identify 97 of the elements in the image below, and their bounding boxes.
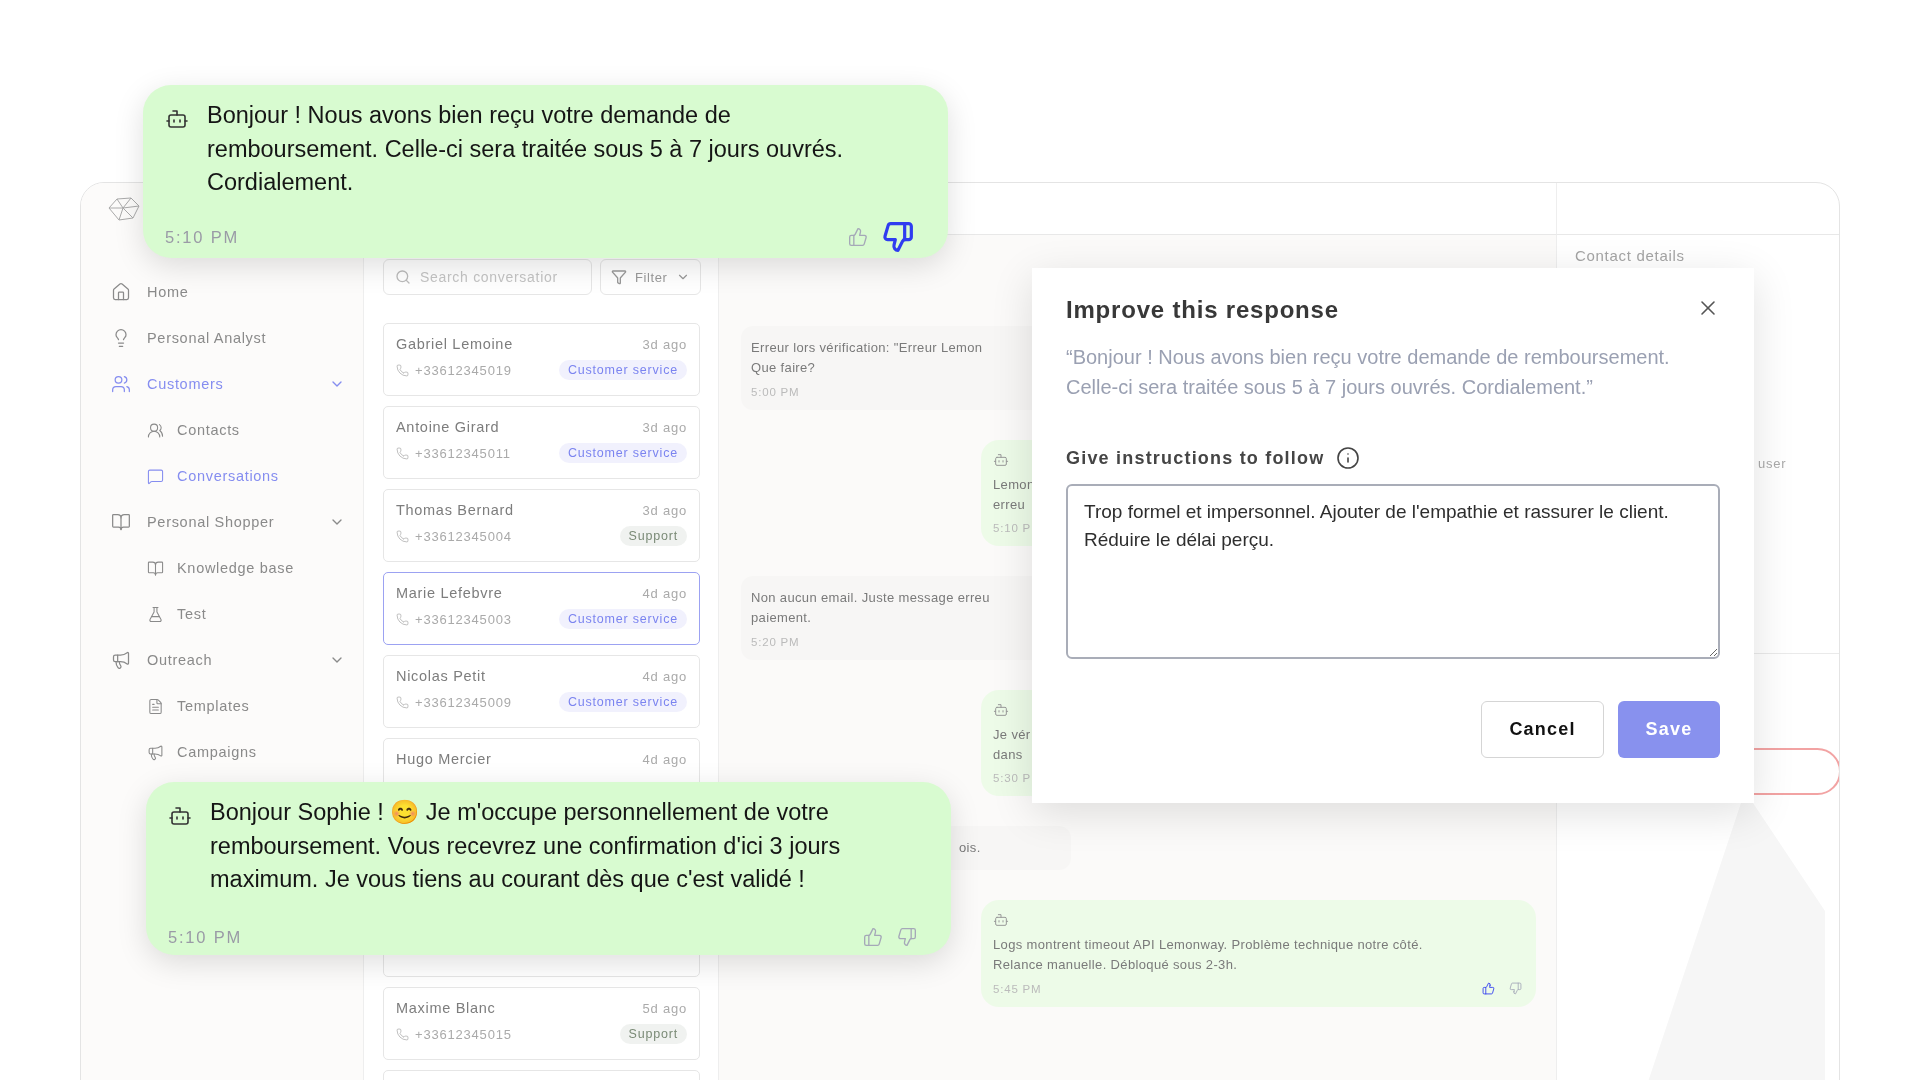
phone-number: +33612345004: [415, 528, 512, 544]
sidebar-item[interactable]: Outreach: [81, 637, 363, 683]
field-label: Give instructions to follow: [1066, 447, 1325, 469]
message-time: 5:10 PM: [165, 227, 240, 247]
filter-button[interactable]: Filter: [600, 259, 701, 295]
message-time: 5:10 P: [993, 522, 1032, 534]
sidebar-item[interactable]: Personal Analyst: [81, 315, 363, 361]
nav-icon: [111, 650, 131, 670]
conversation-card[interactable]: Antoine Girard 3d ago +33612345011 Customer service: [383, 406, 700, 479]
category-tag: Customer service: [558, 443, 687, 463]
contact-name: Marie Lefebvre: [396, 585, 503, 601]
bot-icon: [993, 452, 1009, 468]
phone-number: +33612345015: [415, 1026, 512, 1042]
contact-name: Gabriel Lemoine: [396, 336, 513, 352]
nav-icon: [147, 421, 164, 439]
nav-icon: [147, 697, 164, 715]
conversation-time: 3d ago: [642, 419, 687, 435]
contact-name: Thomas Bernard: [396, 502, 514, 518]
search-field[interactable]: Search conversatior: [383, 259, 592, 295]
phone-number: +33612345011: [415, 445, 511, 461]
message-text: Logs montrent timeout API Lemonway. Problème technique notre côté. Relance manuelle. Débloqué sous 2-3h.: [993, 936, 1423, 974]
message-text: Bonjour ! Nous avons bien reçu votre demande de remboursement. Celle-ci sera traitée sous 5 à 7 jours ouvrés. Cordialement.: [207, 101, 845, 197]
sidebar-subitem[interactable]: Templates: [81, 683, 363, 729]
info-icon[interactable]: [1336, 446, 1361, 470]
sidebar-subitem[interactable]: Conversations: [81, 453, 363, 499]
phone-icon: [396, 529, 409, 543]
conversation-time: 3d ago: [642, 336, 687, 352]
conversation-time: 4d ago: [642, 585, 687, 601]
nav-icon: [111, 374, 131, 394]
phone-number: +33612345019: [415, 362, 512, 378]
phone-icon: [396, 1027, 409, 1041]
sidebar-item[interactable]: Customers: [81, 361, 363, 407]
nav-icon: [147, 559, 164, 577]
cancel-button[interactable]: Cancel: [1481, 701, 1604, 758]
sidebar-subitem[interactable]: Knowledge base: [81, 545, 363, 591]
phone-icon: [396, 363, 409, 377]
nav-icon: [111, 282, 131, 302]
contact-name: Hugo Mercier: [396, 751, 492, 767]
dialog-title: Improve this response: [1066, 296, 1339, 324]
phone-icon: [396, 446, 409, 460]
logo-icon: [107, 196, 141, 222]
category-tag: Customer service: [558, 609, 687, 629]
thumbs-down-icon[interactable]: [897, 927, 917, 948]
thumbs-up-icon[interactable]: [848, 227, 868, 248]
sidebar-subitem[interactable]: Test: [81, 591, 363, 637]
conversation-time: 4d ago: [642, 668, 687, 684]
bot-icon: [993, 702, 1009, 718]
message-time: 5:45 PM: [993, 982, 1042, 995]
sidebar-subitem[interactable]: Contacts: [81, 407, 363, 453]
conversation-card[interactable]: Marie Lefebvre 4d ago +33612345003 Customer service: [383, 572, 700, 645]
nav-icon: [147, 467, 164, 485]
message-text: ois.: [959, 839, 981, 857]
message-time: 5:20 PM: [751, 636, 801, 648]
thumbs-down-icon[interactable]: [882, 221, 914, 254]
conversation-time: 5d ago: [642, 1000, 687, 1016]
nav-icon: [147, 743, 164, 761]
quoted-response: “Bonjour ! Nous avons bien reçu votre demande de remboursement. Celle-ci sera traitée sous 5 à 7 jours ouvrés. Cordialement.”: [1066, 345, 1671, 400]
nav-icon: [147, 605, 164, 623]
instructions-field[interactable]: Trop formel et impersonnel. Ajouter de l'empathie et rassurer le client. Réduire le délai perçu.: [1066, 484, 1720, 659]
thumbs-up-icon[interactable]: [1482, 982, 1495, 995]
bot-icon: [168, 804, 192, 828]
message-time: 5:10 PM: [168, 927, 243, 947]
message-time: 5:00 PM: [751, 386, 801, 398]
contact-name: Nicolas Petit: [396, 668, 486, 684]
phone-icon: [396, 695, 409, 709]
sidebar-subitem[interactable]: Campaigns: [81, 729, 363, 775]
nav-icon: [111, 512, 131, 532]
conversation-card[interactable]: Thomas Bernard 3d ago +33612345004 Support: [383, 489, 700, 562]
phone-number: +33612345003: [415, 611, 512, 627]
search-icon: [395, 269, 411, 285]
contact-name: Maxime Blanc: [396, 1000, 496, 1016]
category-tag: Customer service: [558, 360, 687, 380]
sidebar-item[interactable]: Personal Shopper: [81, 499, 363, 545]
bot-icon: [165, 107, 189, 131]
category-tag: Support: [619, 526, 687, 546]
conversation-card[interactable]: Nicolas Petit 4d ago +33612345009 Customer service: [383, 655, 700, 728]
panel-title: Contact details: [1575, 247, 1686, 264]
phone-icon: [396, 612, 409, 626]
conversation-time: 4d ago: [642, 751, 687, 767]
funnel-icon: [611, 269, 627, 285]
message-time: 5:30 P: [993, 772, 1032, 784]
sidebar-item[interactable]: Home: [81, 269, 363, 315]
save-button[interactable]: Save: [1618, 701, 1720, 758]
message-text: Je vér dans: [993, 726, 1031, 764]
conversation-card[interactable]: Maxime Blanc 5d ago +33612345015 Support: [383, 987, 700, 1060]
thumbs-down-icon[interactable]: [1509, 982, 1522, 995]
field-text: user: [1757, 456, 1788, 471]
bot-icon: [993, 912, 1009, 928]
conversation-time: 3d ago: [642, 502, 687, 518]
category-tag: Support: [619, 1024, 687, 1044]
thumbs-up-icon[interactable]: [863, 927, 883, 948]
conversation-card[interactable]: Gabriel Lemoine 3d ago +33612345019 Customer service: [383, 323, 700, 396]
phone-number: +33612345009: [415, 694, 512, 710]
contact-name: Antoine Girard: [396, 419, 500, 435]
message-text: Non aucun email. Juste message erreu paiement.: [751, 589, 990, 627]
message-text: Erreur lors vérification: "Erreur Lemon Que faire?: [751, 339, 983, 377]
category-tag: Customer service: [558, 692, 687, 712]
